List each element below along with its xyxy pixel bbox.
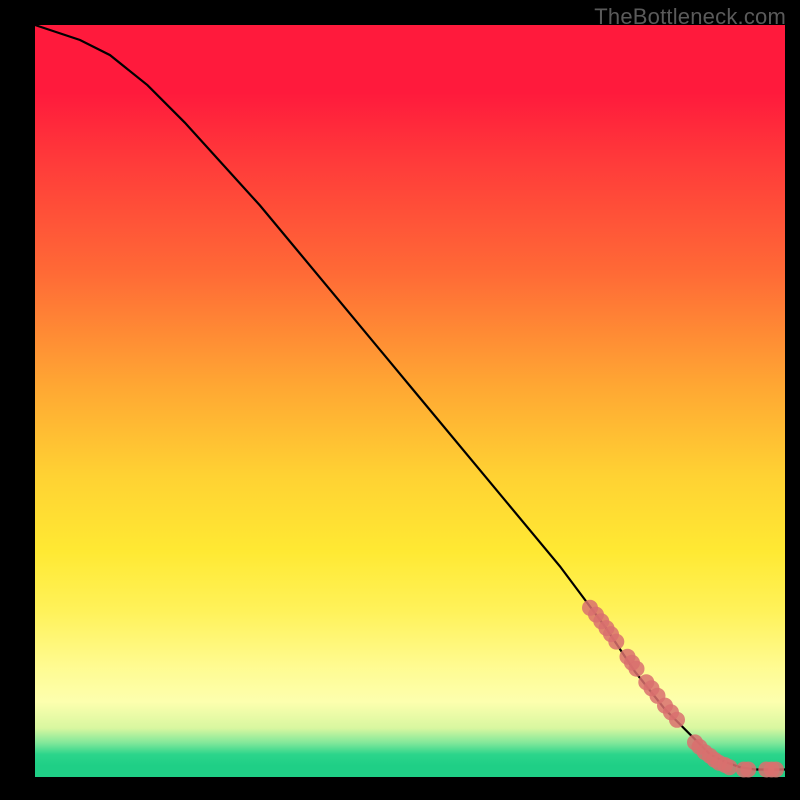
data-point [740, 762, 756, 778]
data-points [582, 600, 784, 778]
chart-frame: TheBottleneck.com [0, 0, 800, 800]
data-point [722, 759, 738, 775]
data-point [608, 634, 624, 650]
data-point [629, 661, 645, 677]
bottleneck-curve [35, 25, 785, 770]
plot-area [35, 25, 785, 777]
chart-svg [35, 25, 785, 777]
data-point [669, 712, 685, 728]
watermark-text: TheBottleneck.com [594, 4, 786, 30]
data-point [768, 762, 784, 778]
